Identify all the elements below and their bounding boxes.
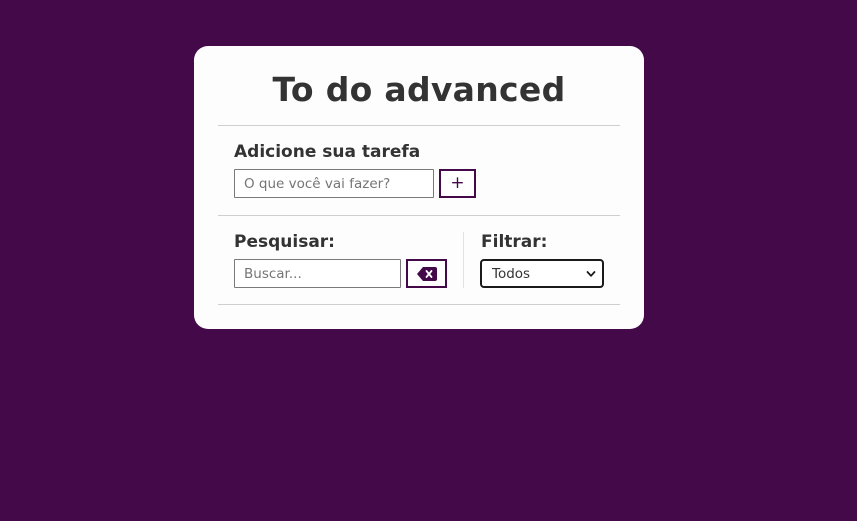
filter-select[interactable]: Todos — [480, 259, 604, 288]
todo-card: To do advanced Adicione sua tarefa + Pes… — [194, 46, 644, 329]
search-input[interactable] — [234, 259, 401, 288]
filter-label: Filtrar: — [481, 232, 548, 252]
search-label: Pesquisar: — [234, 232, 335, 252]
add-task-label: Adicione sua tarefa — [234, 142, 421, 162]
clear-search-button[interactable] — [406, 259, 447, 288]
divider-bottom — [218, 304, 620, 305]
page-title: To do advanced — [272, 70, 566, 109]
plus-icon: + — [450, 173, 465, 193]
add-task-button[interactable]: + — [439, 169, 476, 198]
backspace-icon — [416, 266, 437, 281]
divider-middle — [218, 215, 620, 216]
filter-selected-value: Todos — [492, 265, 531, 282]
chevron-down-icon — [586, 271, 596, 277]
add-task-input[interactable] — [234, 169, 434, 198]
divider-top — [218, 125, 620, 126]
section-divider — [463, 232, 464, 288]
